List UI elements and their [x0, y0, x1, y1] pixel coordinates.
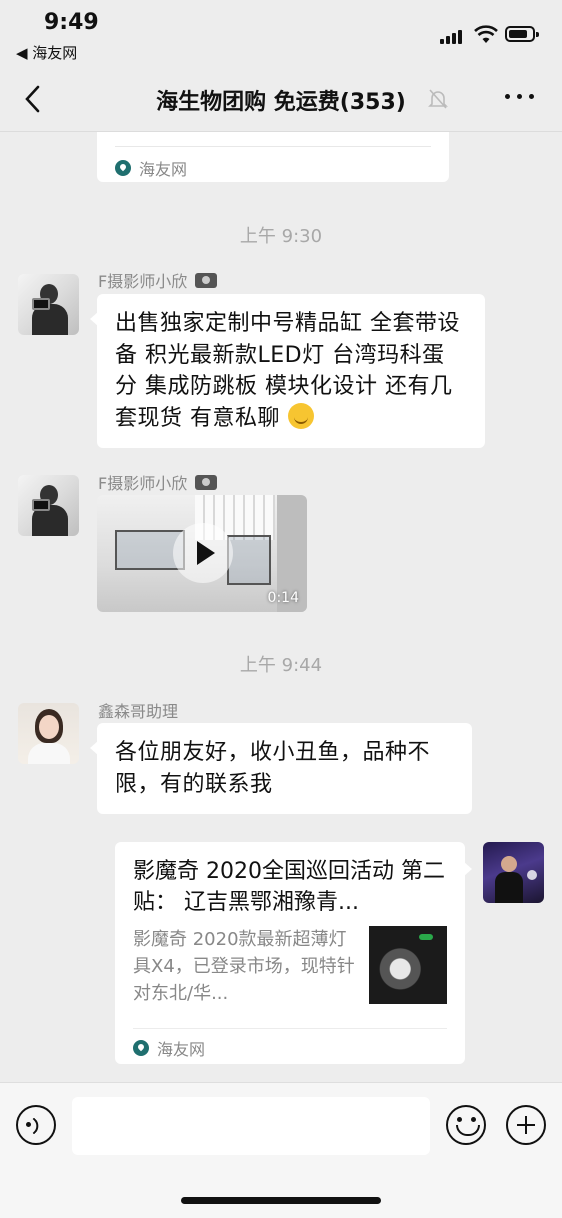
message-input[interactable] — [72, 1097, 430, 1155]
plus-icon[interactable] — [506, 1105, 546, 1145]
video-message[interactable]: 0:14 — [97, 495, 307, 612]
avatar[interactable] — [18, 274, 79, 335]
mute-bell-icon — [428, 89, 448, 109]
voice-input-icon[interactable] — [16, 1105, 56, 1145]
chat-title: 海生物团购 免运费(353) — [156, 90, 406, 115]
camera-icon — [195, 272, 218, 288]
avatar[interactable] — [18, 475, 79, 536]
smile-emoji-icon — [287, 402, 314, 429]
source-name: 海友网 — [157, 1040, 206, 1059]
chat-header: 海生物团购 免运费(353) — [0, 66, 562, 132]
back-to-app-link[interactable]: ◀ 海友网 — [16, 42, 77, 63]
timestamp: 上午 9:44 — [239, 655, 323, 676]
sender-name: F摄影师小欣 — [98, 268, 218, 292]
emoji-icon[interactable] — [446, 1105, 486, 1145]
status-bar: 9:49 ◀ 海友网 — [0, 0, 562, 66]
video-duration: 0:14 — [267, 590, 299, 606]
source-name: 海友网 — [139, 160, 188, 179]
more-options-icon[interactable] — [505, 94, 535, 102]
shared-link-card[interactable]: 影魔奇 2020全国巡回活动 第二贴： 辽吉黑鄂湘豫青... 影魔奇 2020款… — [115, 842, 472, 1064]
avatar[interactable] — [18, 703, 79, 764]
play-icon[interactable] — [173, 523, 233, 583]
my-avatar[interactable] — [483, 842, 544, 903]
link-description: 影魔奇 2020款最新超薄灯具X4，已登录市场，现特针对东北/华... — [133, 929, 355, 1004]
wifi-icon — [474, 25, 498, 43]
battery-icon — [505, 26, 539, 42]
link-thumbnail — [369, 926, 447, 1004]
text-message[interactable]: 出售独家定制中号精品缸 全套带设备 积光最新款LED灯 台湾玛科蛋分 集成防跳板… — [90, 294, 485, 448]
shared-link-card[interactable]: 海友网 — [97, 132, 449, 182]
cellular-signal-icon — [440, 28, 466, 44]
clock: 9:49 — [44, 10, 99, 35]
timestamp: 上午 9:30 — [239, 226, 323, 247]
text-message[interactable]: 各位朋友好，收小丑鱼，品种不限，有的联系我 — [90, 723, 472, 814]
link-title: 影魔奇 2020全国巡回活动 第二贴： 辽吉黑鄂湘豫青... — [133, 859, 445, 915]
sender-name: F摄影师小欣 — [98, 470, 218, 494]
camera-icon — [195, 474, 218, 490]
sender-name: 鑫森哥助理 — [98, 702, 179, 721]
source-logo-icon — [115, 160, 131, 176]
source-logo-icon — [133, 1040, 149, 1056]
home-indicator[interactable] — [181, 1197, 381, 1204]
